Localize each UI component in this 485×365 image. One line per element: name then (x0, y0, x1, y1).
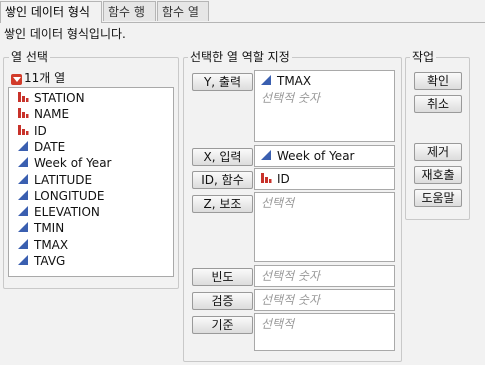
column-list-item-label: STATION (34, 91, 85, 105)
collapse-triangle-icon (11, 74, 22, 85)
column-list-item[interactable]: Week of Year (17, 155, 111, 171)
column-list-item-label: LATITUDE (34, 172, 93, 187)
column-list-item-label: TMAX (34, 237, 69, 252)
y-role-placeholder: 선택적 숫자 (261, 91, 321, 105)
y-role-field[interactable]: TMAX 선택적 숫자 (254, 70, 395, 142)
column-list-item[interactable]: DATE (17, 139, 65, 155)
column-list-item-label: ID (34, 123, 47, 138)
column-list-item[interactable]: TMIN (17, 220, 64, 236)
column-list-item-label: Week of Year (34, 156, 112, 171)
y-role-entry[interactable]: TMAX (260, 74, 311, 88)
column-list-item[interactable]: LATITUDE (17, 172, 92, 188)
continuous-icon (261, 150, 271, 160)
cancel-button[interactable]: 취소 (414, 95, 462, 113)
by-role-button[interactable]: 기준 (192, 316, 253, 334)
column-list-item-label: TAVG (34, 254, 66, 268)
nominal-icon (18, 108, 29, 119)
column-list-item-label: DATE (34, 139, 66, 154)
tab-stack[interactable]: 쌓인 데이터 형식 (0, 1, 102, 23)
x-role-button[interactable]: X, 입력 (192, 148, 253, 166)
column-list-item[interactable]: STATION (17, 90, 85, 106)
continuous-icon (18, 222, 28, 233)
validation-role-placeholder: 선택적 숫자 (261, 293, 321, 307)
tab-description: 쌓인 데이터 형식입니다. (4, 27, 126, 41)
x-role-field[interactable]: Week of Year (254, 145, 395, 167)
id-role-field[interactable]: ID (254, 168, 395, 190)
help-button[interactable]: 도움말 (414, 189, 462, 207)
column-list-item-label: LONGITUDE (34, 188, 105, 203)
column-list-item-label: NAME (34, 107, 70, 122)
continuous-icon (18, 189, 28, 200)
continuous-icon (18, 206, 28, 217)
column-list-item[interactable]: TMAX (17, 237, 68, 253)
roles-title: 선택한 열 역할 지정 (188, 50, 292, 64)
nominal-icon (18, 92, 29, 102)
tab-function-rows[interactable]: 함수 행 (103, 1, 156, 21)
continuous-icon (18, 157, 28, 168)
column-list-item[interactable]: NAME (17, 106, 69, 122)
by-role-placeholder: 선택적 (261, 317, 295, 331)
continuous-icon (18, 255, 28, 265)
recall-button[interactable]: 재호출 (414, 166, 462, 184)
tab-function-cols[interactable]: 함수 열 (157, 1, 209, 21)
column-list-item[interactable]: ELEVATION (17, 204, 100, 220)
column-select-title: 열 선택 (9, 50, 50, 64)
x-role-entry[interactable]: Week of Year (260, 149, 354, 163)
z-role-placeholder: 선택적 (261, 196, 295, 210)
nominal-icon (261, 173, 272, 183)
continuous-icon (261, 75, 271, 85)
continuous-icon (18, 173, 28, 184)
remove-button[interactable]: 제거 (414, 143, 462, 161)
id-role-entry[interactable]: ID (260, 172, 290, 186)
column-list-item[interactable]: TAVG (17, 253, 65, 269)
column-list-item-label: ELEVATION (34, 205, 100, 220)
nominal-icon (18, 124, 29, 135)
z-role-field[interactable]: 선택적 (254, 192, 395, 262)
y-role-button[interactable]: Y, 출력 (192, 73, 253, 91)
freq-role-field[interactable]: 선택적 숫자 (254, 265, 395, 287)
id-role-button[interactable]: ID, 함수 (192, 171, 253, 189)
continuous-icon (18, 238, 28, 249)
freq-role-placeholder: 선택적 숫자 (261, 269, 321, 283)
continuous-icon (18, 140, 28, 151)
freq-role-button[interactable]: 빈도 (192, 268, 253, 286)
column-list-item-label: TMIN (34, 221, 65, 236)
column-list-item[interactable]: LONGITUDE (17, 188, 104, 204)
actions-title: 작업 (410, 50, 437, 64)
validation-role-field[interactable]: 선택적 숫자 (254, 289, 395, 311)
column-list[interactable]: STATION NAME ID DATE Week of Year LATITUDE LON… (8, 87, 174, 277)
tab-bar: 쌓인 데이터 형식 함수 행 함수 열 (0, 0, 485, 23)
column-count-label: 11개 열 (24, 71, 66, 85)
column-list-item[interactable]: ID (17, 123, 47, 139)
column-count-toggle[interactable]: 11개 열 (11, 70, 65, 86)
ok-button[interactable]: 확인 (414, 72, 462, 90)
by-role-field[interactable]: 선택적 (254, 313, 395, 351)
z-role-button[interactable]: Z, 보조 (192, 195, 253, 213)
validation-role-button[interactable]: 검증 (192, 292, 253, 310)
